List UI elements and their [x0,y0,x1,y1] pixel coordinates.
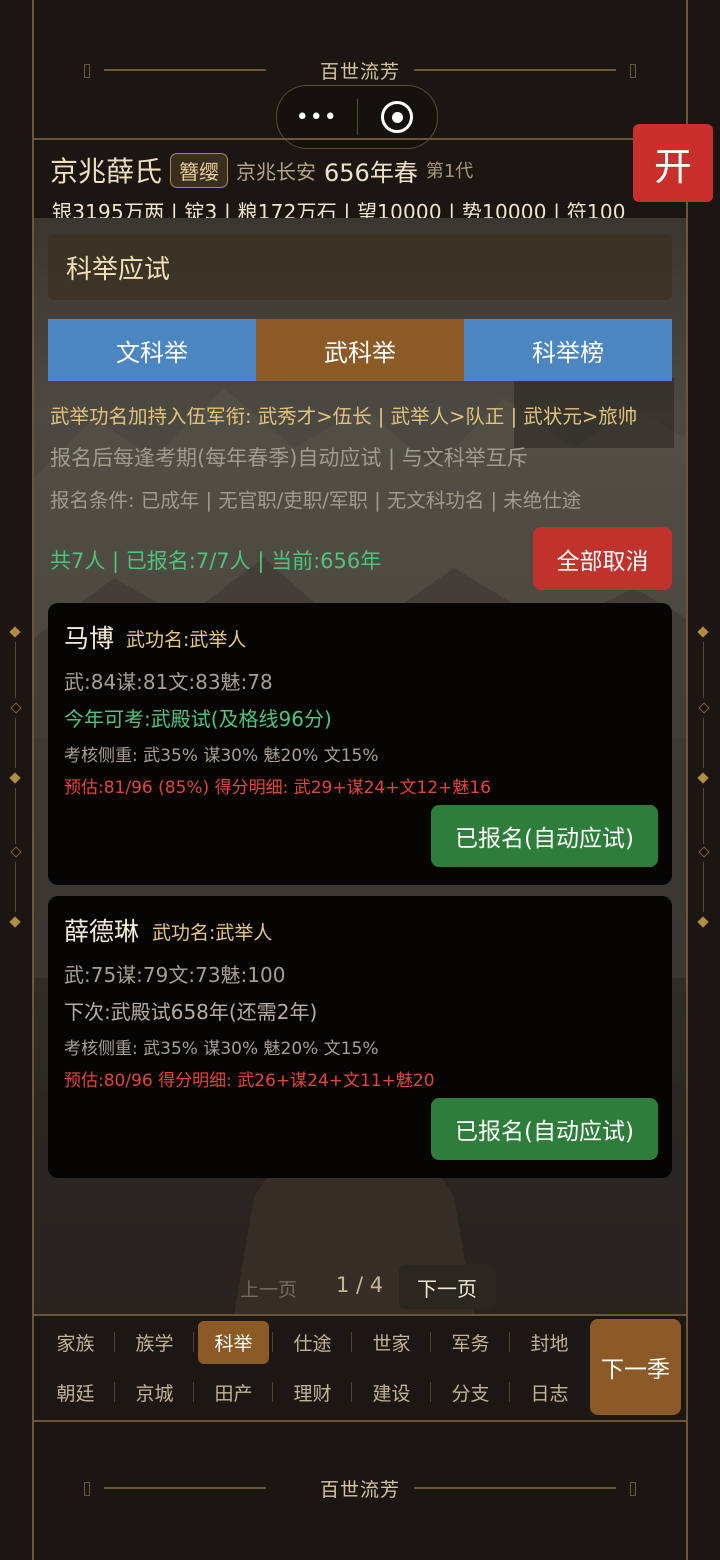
generation: 第1代 [425,161,474,182]
nav-label: 家族 [56,1332,95,1355]
nav-label: 族学 [135,1332,174,1355]
nav-item-branches[interactable]: 分支 [431,1370,510,1414]
nav-item-clan-school[interactable]: 族学 [115,1320,194,1364]
candidate-exam-info: 下次:武殿试658年(还需2年) [64,1000,318,1024]
score-estimate: 预估:80/96 得分明细: 武26+谋24+文11+魅20 [64,1071,435,1091]
header-divider [34,138,686,140]
left-ornament [9,626,22,928]
cancel-all-button[interactable]: 全部取消 [533,527,672,590]
nav-label: 京城 [135,1382,174,1405]
nav-item-imperial-exam[interactable]: 科举 [194,1320,273,1364]
next-season-button[interactable]: 下一季 [590,1319,681,1415]
family-name: 京兆薛氏 [50,155,163,188]
exam-weights: 考核侧重: 武35% 谋30% 魅20% 文15% [64,746,379,766]
candidate-merit: 武功名:武举人 [152,922,273,944]
nav-label: 仕途 [293,1332,332,1355]
candidate-merit: 武功名:武举人 [126,629,247,651]
nav-item-military[interactable]: 军务 [431,1320,510,1364]
nav-item-capital[interactable]: 京城 [115,1370,194,1414]
open-button[interactable]: 开 [633,124,713,202]
nav-item-noble-houses[interactable]: 世家 [352,1320,431,1364]
exam-weights: 考核侧重: 武35% 谋30% 魅20% 文15% [64,1039,379,1059]
tab-military-exam[interactable]: 武科举 [256,319,464,381]
tab-exam-ranking[interactable]: 科举榜 [464,319,672,381]
nav-label: 军务 [451,1332,490,1355]
next-page-button[interactable]: 下一页 [399,1265,495,1309]
candidate-card: 薛德琳 武功名:武举人 武:75谋:79文:73魅:100 下次:武殿试658年… [48,896,672,1178]
nav-label: 朝廷 [56,1382,95,1405]
rank-badge: 簪缨 [170,152,229,188]
rule-military-rank: 武举功名加持入伍军衔: 武秀才>伍长 | 武举人>队正 | 武状元>旅帅 [50,405,638,428]
nav-item-fief[interactable]: 封地 [510,1320,589,1364]
registered-button[interactable]: 已报名(自动应试) [431,805,658,867]
location: 京兆长安 [236,159,317,184]
right-ornament [697,626,710,928]
exam-panel: 科举应试 文科举 武科举 科举榜 武举功名加持入伍军衔: 武秀才>伍长 | 武举… [34,218,686,1314]
tab-civil-exam[interactable]: 文科举 [48,319,256,381]
family-info: 京兆薛氏 簪缨 京兆长安 656年春 第1代 [50,150,473,190]
registration-summary: 共7人 | 已报名:7/7人 | 当前:656年 [50,549,382,573]
nav-item-estates[interactable]: 田产 [194,1370,273,1414]
rule-conditions: 报名条件: 已成年 | 无官职/吏职/军职 | 无文科功名 | 未绝仕途 [50,489,582,512]
candidate-stats: 武:75谋:79文:73魅:100 [64,963,286,987]
nav-label: 世家 [372,1332,411,1355]
nav-item-career[interactable]: 仕途 [273,1320,352,1364]
candidate-card: 马博 武功名:武举人 武:84谋:81文:83魅:78 今年可考:武殿试(及格线… [48,603,672,885]
nav-item-family[interactable]: 家族 [36,1320,115,1364]
close-capsule-button[interactable] [358,101,438,133]
exam-tabs: 文科举 武科举 科举榜 [48,319,672,381]
nav-label: 科举 [198,1320,269,1364]
panel-title: 科举应试 [48,234,672,300]
candidate-exam-info: 今年可考:武殿试(及格线96分) [64,707,332,731]
nav-label: 田产 [214,1382,253,1405]
score-estimate: 预估:81/96 (85%) 得分明细: 武29+谋24+文12+魅16 [64,778,491,798]
top-title-bar: 百世流芳 [84,60,636,83]
target-icon [381,101,414,133]
nav-label: 建设 [372,1382,411,1405]
candidate-stats: 武:84谋:81文:83魅:78 [64,670,273,694]
pagination: 上一页 1 / 4 下一页 [34,1265,686,1309]
prev-page-button[interactable]: 上一页 [240,1275,297,1302]
current-year: 656年春 [324,158,418,187]
nav-item-finance[interactable]: 理财 [273,1370,352,1414]
candidate-name: 马博 [64,624,115,653]
candidate-name: 薛德琳 [64,917,140,946]
page-indicator: 1 / 4 [336,1273,384,1297]
nav-label: 分支 [451,1382,490,1405]
nav-label: 理财 [293,1382,332,1405]
nav-item-court[interactable]: 朝廷 [36,1370,115,1414]
bottom-nav: 家族 族学 科举 仕途 世家 军务 封地 朝廷 京城 田产 理财 建设 分支 日… [34,1314,686,1422]
nav-label: 封地 [530,1332,569,1355]
registered-button[interactable]: 已报名(自动应试) [431,1098,658,1160]
footer-title-bar: 百世流芳 [84,1478,636,1501]
nav-label: 日志 [530,1382,569,1405]
rule-auto-exam: 报名后每逢考期(每年春季)自动应试 | 与文科举互斥 [50,446,528,470]
nav-item-construction[interactable]: 建设 [352,1370,431,1414]
nav-item-log[interactable]: 日志 [510,1370,589,1414]
more-menu-button[interactable]: ••• [277,105,357,130]
